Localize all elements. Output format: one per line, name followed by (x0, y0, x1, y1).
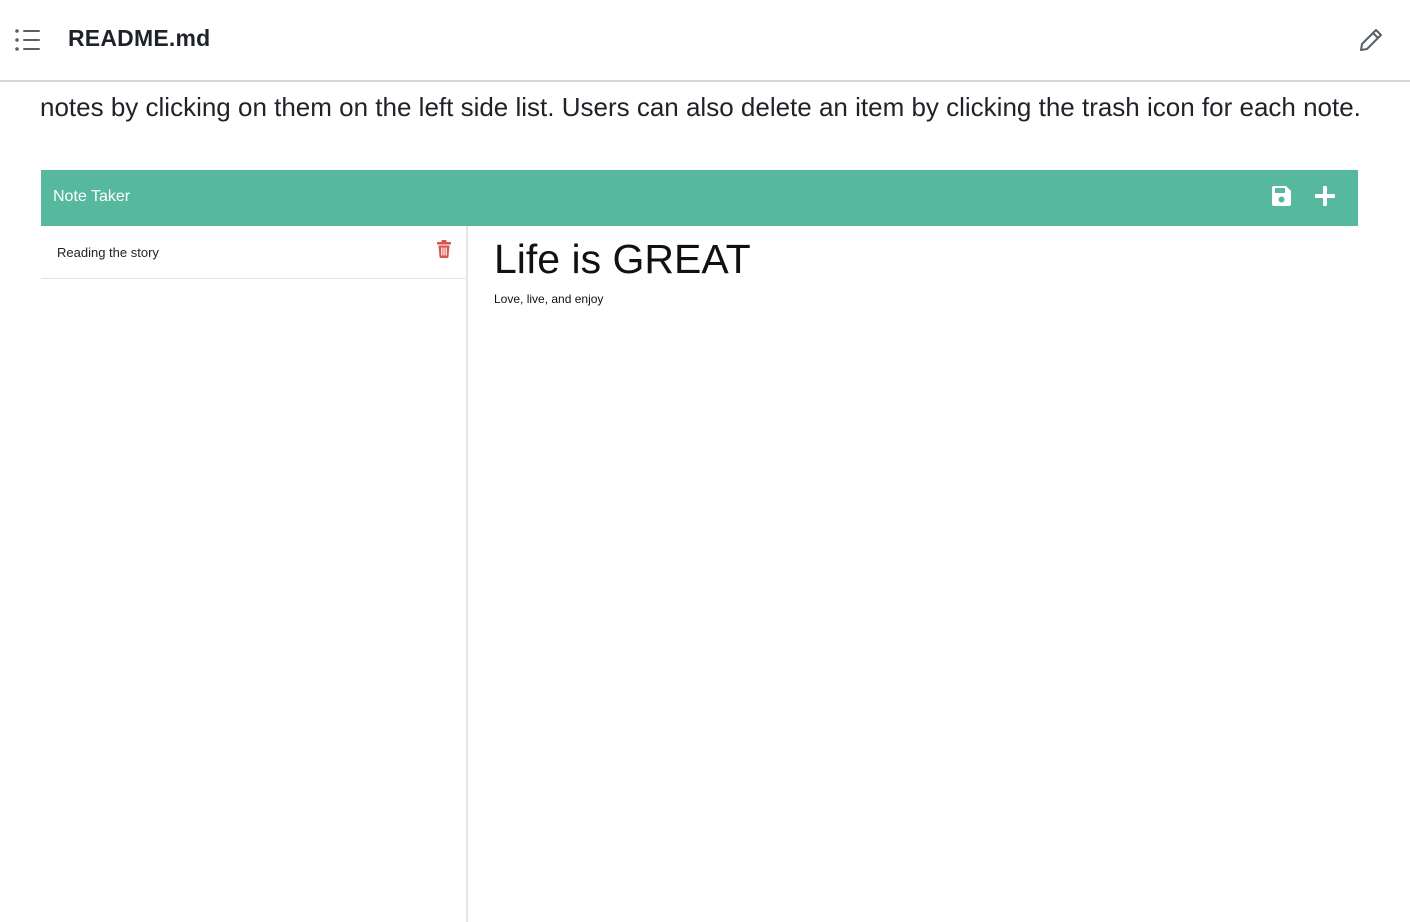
note-taker-app: Note Taker Reading the story Love, liv (41, 170, 1358, 922)
note-body-input[interactable]: Love, live, and enjoy (494, 291, 1334, 911)
note-list-item[interactable]: Reading the story (41, 226, 466, 279)
pencil-icon[interactable] (1357, 26, 1385, 54)
app-navbar: Note Taker (41, 170, 1358, 226)
note-editor: Love, live, and enjoy (468, 226, 1358, 922)
trash-icon[interactable] (436, 240, 452, 258)
readme-paragraph: notes by clicking on them on the left si… (40, 92, 1361, 122)
note-title-input[interactable] (494, 234, 1334, 284)
app-brand[interactable]: Note Taker (53, 188, 130, 206)
note-item-title[interactable]: Reading the story (57, 245, 159, 260)
list-icon[interactable] (14, 27, 41, 53)
note-list: Reading the story (41, 226, 468, 922)
file-header: README.md (0, 0, 1410, 82)
plus-icon[interactable] (1314, 185, 1336, 207)
save-icon[interactable] (1270, 185, 1292, 207)
file-title: README.md (68, 25, 211, 51)
